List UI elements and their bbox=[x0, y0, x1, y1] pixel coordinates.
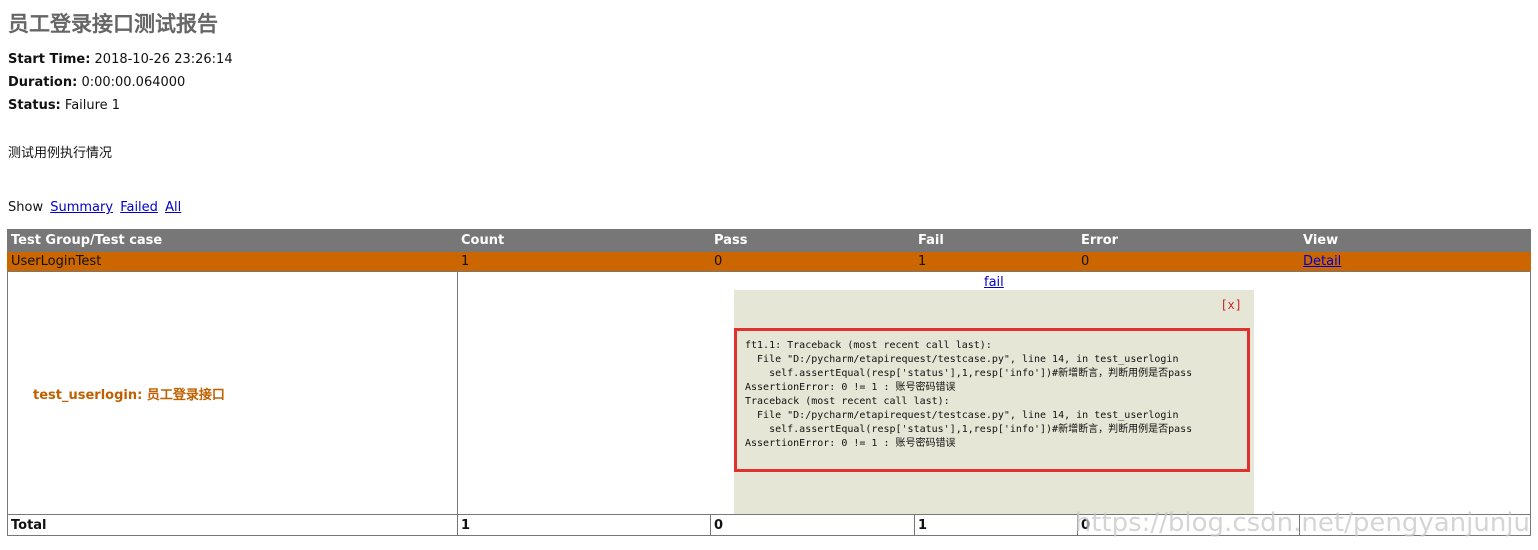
detail-link[interactable]: Detail bbox=[1303, 254, 1341, 269]
fail-status-link[interactable]: fail bbox=[984, 275, 1004, 290]
total-count: 1 bbox=[457, 514, 711, 536]
show-label: Show bbox=[8, 200, 44, 215]
case-name: test_userlogin: 员工登录接口 bbox=[7, 271, 458, 515]
start-time-label: Start Time: bbox=[8, 52, 91, 67]
total-label: Total bbox=[7, 514, 458, 536]
group-view-cell: Detail bbox=[1299, 251, 1531, 272]
table-header-row: Test Group/Test case Count Pass Fail Err… bbox=[7, 229, 1531, 252]
report-description: 测试用例执行情况 bbox=[8, 146, 113, 161]
status-row: Status: Failure 1 bbox=[8, 98, 120, 113]
traceback-popup: [x] ft1.1: Traceback (most recent call l… bbox=[734, 290, 1254, 514]
header-error: Error bbox=[1077, 229, 1300, 252]
duration-label: Duration: bbox=[8, 75, 78, 90]
summary-link[interactable]: Summary bbox=[50, 200, 113, 215]
group-fail: 1 bbox=[914, 251, 1078, 272]
header-count: Count bbox=[457, 229, 711, 252]
group-error: 0 bbox=[1077, 251, 1300, 272]
duration-row: Duration: 0:00:00.064000 bbox=[8, 75, 185, 90]
close-popup-button[interactable]: [x] bbox=[1220, 298, 1242, 312]
group-name: UserLoginTest bbox=[7, 251, 458, 272]
start-time-row: Start Time: 2018-10-26 23:26:14 bbox=[8, 52, 233, 67]
report-title: 员工登录接口测试报告 bbox=[8, 12, 218, 36]
traceback-text: ft1.1: Traceback (most recent call last)… bbox=[734, 328, 1250, 472]
total-fail: 1 bbox=[914, 514, 1078, 536]
header-view: View bbox=[1299, 229, 1531, 252]
show-filter: Show Summary Failed All bbox=[8, 200, 181, 215]
group-count: 1 bbox=[457, 251, 711, 272]
all-link[interactable]: All bbox=[165, 200, 181, 215]
failed-link[interactable]: Failed bbox=[120, 200, 158, 215]
watermark: https://blog.csdn.net/pengyanjunju bbox=[1074, 508, 1530, 538]
status-label: Status: bbox=[8, 98, 61, 113]
header-pass: Pass bbox=[710, 229, 915, 252]
header-test-group: Test Group/Test case bbox=[7, 229, 458, 252]
group-pass: 0 bbox=[710, 251, 915, 272]
table-row: UserLoginTest 1 0 1 0 Detail bbox=[7, 251, 1531, 272]
total-pass: 0 bbox=[710, 514, 915, 536]
start-time-value: 2018-10-26 23:26:14 bbox=[94, 52, 233, 67]
duration-value: 0:00:00.064000 bbox=[81, 75, 186, 90]
status-value: Failure 1 bbox=[64, 98, 121, 113]
header-fail: Fail bbox=[914, 229, 1078, 252]
